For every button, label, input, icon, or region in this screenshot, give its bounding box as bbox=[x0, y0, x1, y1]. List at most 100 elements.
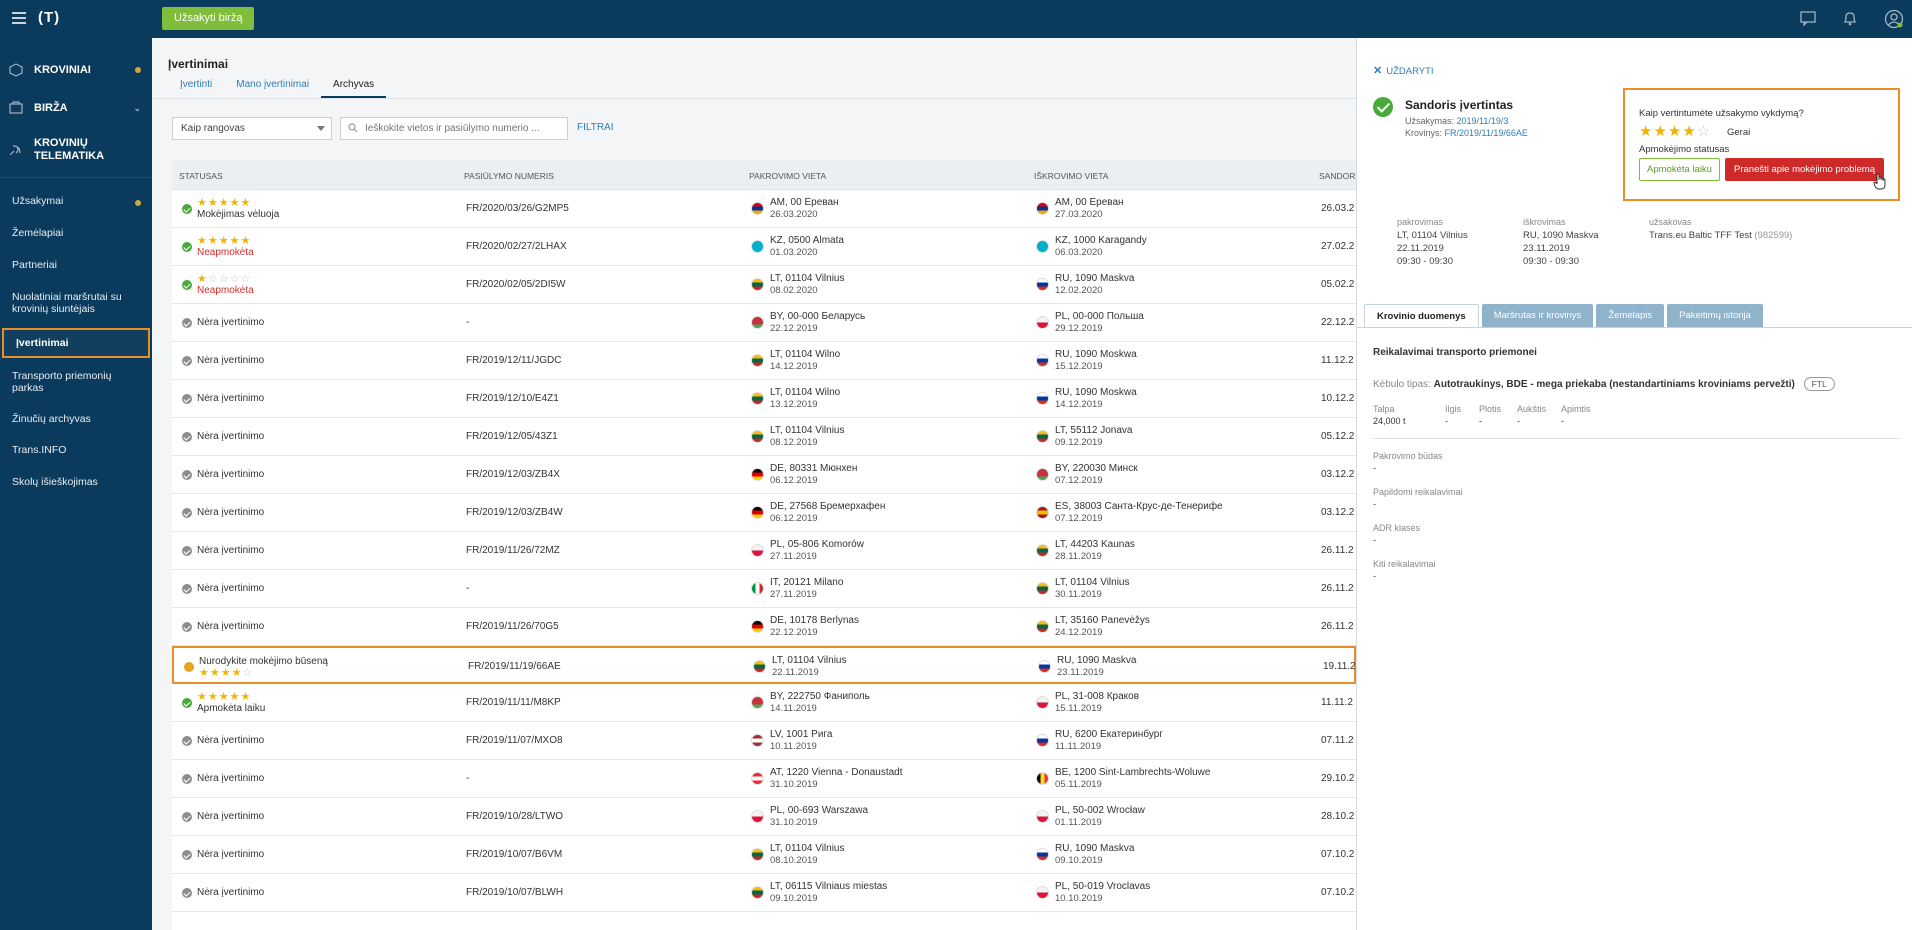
tab-change-history[interactable]: Pakeitimų istorija bbox=[1667, 304, 1763, 327]
req-label: Kiti reikalavimai bbox=[1373, 559, 1436, 569]
table-row[interactable]: Nėra įvertinimo FR/2019/12/05/43Z1 LT, 011… bbox=[172, 418, 1356, 456]
table-row[interactable]: Nėra įvertinimo FR/2019/12/10/E4Z1 LT, 011… bbox=[172, 380, 1356, 418]
dim-value: - bbox=[1479, 416, 1482, 426]
dim-label: Apimtis bbox=[1561, 404, 1591, 414]
order-link[interactable]: 2019/11/19/3 bbox=[1457, 116, 1509, 126]
place-name: LT, 01104 Vilnius bbox=[770, 273, 845, 284]
offer-number: FR/2019/12/03/ZB4X bbox=[466, 469, 560, 480]
table-row[interactable]: Nėra įvertinimo FR/2019/11/07/MXO8 LV, 100… bbox=[172, 722, 1356, 760]
loading-info: pakrovimas LT, 01104 Vilnius 22.11.2019 … bbox=[1397, 216, 1468, 268]
unloading-place-cell: RU, 1090 Moskwa 15.12.2019 bbox=[1036, 342, 1137, 380]
table-row[interactable]: Nėra įvertinimo FR/2019/11/26/72MZ PL, 05-… bbox=[172, 532, 1356, 570]
column-header-loading[interactable]: PAKROVIMO VIETA bbox=[749, 171, 826, 181]
table-row[interactable]: ★★★★★ Neapmokėta FR/2020/02/27/2LHAX KZ, 05… bbox=[172, 228, 1356, 266]
table-row[interactable]: ★★★★★ Apmokėta laiku FR/2019/11/11/M8KP BY,… bbox=[172, 684, 1356, 722]
status-text: Neapmokėta bbox=[197, 246, 254, 258]
column-header-unloading[interactable]: IŠKROVIMO VIETA bbox=[1034, 171, 1108, 181]
sidebar-item-telematics[interactable]: KROVINIŲ TELEMATIKA bbox=[0, 127, 152, 173]
notification-dot bbox=[135, 200, 141, 206]
place-name: PL, 05-806 Komorów bbox=[770, 539, 864, 550]
dim-label: Ilgis bbox=[1445, 404, 1462, 414]
tab-map[interactable]: Žemėlapis bbox=[1596, 304, 1665, 327]
req-label: ADR klasės bbox=[1373, 523, 1421, 533]
menu-icon[interactable] bbox=[12, 12, 26, 24]
paid-on-time-button[interactable]: Apmokėta laiku bbox=[1639, 158, 1720, 181]
sidebar-item-partners[interactable]: Partneriai bbox=[0, 252, 152, 278]
filters-link[interactable]: FILTRAI bbox=[577, 122, 613, 133]
column-header-offer[interactable]: PASIŪLYMO NUMERIS bbox=[464, 171, 554, 181]
role-select[interactable]: Kaip rangovas bbox=[172, 117, 332, 140]
chat-icon[interactable] bbox=[1799, 9, 1817, 27]
sidebar-item-messages[interactable]: Žinučių archyvas bbox=[0, 406, 152, 432]
deal-date: 26.11.2 bbox=[1321, 545, 1354, 556]
table-row[interactable]: Nėra įvertinimo FR/2019/11/26/70G5 DE, 101… bbox=[172, 608, 1356, 646]
sidebar-item-orders[interactable]: Užsakymai bbox=[0, 188, 152, 214]
sidebar-item-exchange[interactable]: BIRŽA ⌄ bbox=[0, 89, 152, 127]
user-avatar-icon[interactable] bbox=[1884, 9, 1904, 29]
table-row[interactable]: Nėra įvertinimo FR/2019/12/11/JGDC LT, 011… bbox=[172, 342, 1356, 380]
flag-ru-icon bbox=[1036, 392, 1049, 405]
check-icon bbox=[182, 888, 192, 898]
offer-number: FR/2019/12/11/JGDC bbox=[466, 355, 562, 366]
column-header-status[interactable]: STATUSAS bbox=[179, 171, 223, 181]
table-row[interactable]: Nėra įvertinimo - BY, 00-000 Беларусь 22.12… bbox=[172, 304, 1356, 342]
sidebar-item-cargo[interactable]: KROVINIAI bbox=[0, 51, 152, 89]
place-name: PL, 50-019 Vroclavas bbox=[1055, 881, 1151, 892]
table-row[interactable]: Nėra įvertinimo FR/2019/10/07/B6VM LT, 011… bbox=[172, 836, 1356, 874]
status-cell: Nėra įvertinimo bbox=[197, 722, 264, 760]
tab-my-ratings[interactable]: Mano įvertinimai bbox=[224, 79, 321, 98]
rating-stars[interactable]: ★★★★☆ bbox=[1639, 122, 1711, 140]
table-row[interactable]: Nėra įvertinimo FR/2019/12/03/ZB4X DE, 803… bbox=[172, 456, 1356, 494]
tab-cargo-data[interactable]: Krovinio duomenys bbox=[1364, 304, 1479, 327]
loading-place: LT, 01104 Vilnius bbox=[1397, 230, 1468, 241]
tab-archive[interactable]: Archyvas bbox=[321, 79, 387, 98]
table-row[interactable]: Nėra įvertinimo - IT, 20121 Milano 27.11.20… bbox=[172, 570, 1356, 608]
app-logo[interactable]: (T) bbox=[38, 9, 60, 26]
flag-pl-icon bbox=[751, 544, 764, 557]
close-panel-button[interactable]: ✕ UŽDARYTI bbox=[1373, 64, 1434, 77]
place-date: 06.12.2019 bbox=[770, 475, 818, 486]
offer-number: FR/2020/03/26/G2MP5 bbox=[466, 203, 569, 214]
loading-place-cell: LT, 01104 Vilnius 08.12.2019 bbox=[751, 418, 845, 456]
offer-number: FR/2019/10/07/BLWH bbox=[466, 887, 564, 898]
table-row[interactable]: ★★★★★ Mokėjimas vėluoja FR/2020/03/26/G2MP… bbox=[172, 190, 1356, 228]
table-row[interactable]: ★☆☆☆☆ Neapmokėta FR/2020/02/05/2DI5W LT, 01… bbox=[172, 266, 1356, 304]
offer-number: - bbox=[466, 317, 470, 328]
cargo-link[interactable]: FR/2019/11/19/66AE bbox=[1445, 128, 1528, 138]
deal-date: 26.03.2 bbox=[1321, 203, 1355, 214]
close-label: UŽDARYTI bbox=[1386, 66, 1434, 77]
sidebar-item-maps[interactable]: Žemėlapiai bbox=[0, 220, 152, 246]
tab-route-cargo[interactable]: Maršrutas ir krovinys bbox=[1481, 304, 1594, 327]
table-row[interactable]: Nėra įvertinimo FR/2019/12/03/ZB4W DE, 275… bbox=[172, 494, 1356, 532]
deal-date: 11.11.2 bbox=[1321, 697, 1353, 708]
loading-time: 09:30 - 09:30 bbox=[1397, 256, 1453, 267]
offer-number: - bbox=[466, 773, 470, 784]
tab-rate[interactable]: Įvertinti bbox=[168, 79, 224, 98]
bell-icon[interactable] bbox=[1841, 9, 1859, 27]
table-row[interactable]: Nėra įvertinimo FR/2019/10/28/LTWO PL, 00-… bbox=[172, 798, 1356, 836]
check-icon bbox=[182, 546, 192, 556]
sidebar-item-ratings[interactable]: Įvertinimai bbox=[2, 328, 150, 358]
status-text: Nėra įvertinimo bbox=[197, 887, 265, 898]
sidebar-item-transinfo[interactable]: Trans.INFO bbox=[0, 437, 152, 463]
order-label: Užsakymas: bbox=[1405, 116, 1455, 126]
sidebar-item-routes[interactable]: Nuolatiniai maršrutai su krovinių siuntė… bbox=[0, 284, 152, 322]
customer-id: (982599) bbox=[1754, 230, 1793, 241]
order-exchange-button[interactable]: Užsakyti biržą bbox=[162, 7, 255, 30]
search-input[interactable] bbox=[340, 117, 568, 140]
dim-height: Aukštis - bbox=[1517, 403, 1546, 427]
dim-label: Aukštis bbox=[1517, 404, 1547, 414]
report-payment-problem-button[interactable]: Pranešti apie mokėjimo problemą bbox=[1725, 158, 1884, 181]
search-icon bbox=[348, 123, 358, 133]
column-header-deal[interactable]: SANDORI bbox=[1319, 171, 1356, 181]
unloading-date: 23.11.2019 bbox=[1523, 243, 1570, 254]
place-date: 10.10.2019 bbox=[1055, 893, 1103, 904]
table-row[interactable]: Nėra įvertinimo - AT, 1220 Vienna - Donaus… bbox=[172, 760, 1356, 798]
status-text: Nurodykite mokėjimo būseną bbox=[199, 655, 328, 667]
deal-date: 07.11.2 bbox=[1321, 735, 1354, 746]
flag-de-icon bbox=[751, 620, 764, 633]
table-row[interactable]: Nėra įvertinimo FR/2019/10/07/BLWH LT, 061… bbox=[172, 874, 1356, 912]
table-row[interactable]: Nurodykite mokėjimo būseną ★★★★☆ FR/2019/1… bbox=[172, 646, 1356, 684]
sidebar-item-fleet[interactable]: Transporto priemonių parkas bbox=[0, 363, 152, 401]
sidebar-item-debt-collection[interactable]: Skolų išieškojimas bbox=[0, 469, 152, 495]
